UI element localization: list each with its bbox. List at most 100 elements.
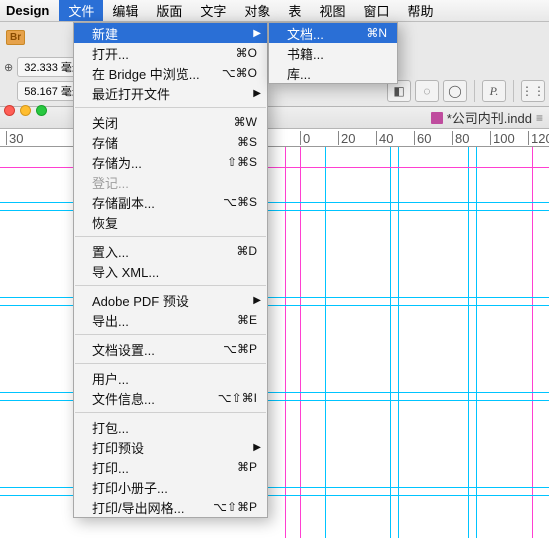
- ruler-tick: 20: [338, 131, 355, 145]
- bridge-badge[interactable]: Br: [6, 30, 25, 45]
- document-tab-title: *公司内刊.indd: [447, 108, 532, 127]
- column-guide: [476, 147, 477, 538]
- menu-separator: [75, 107, 266, 108]
- file-menu-item[interactable]: 打开...⌘O: [74, 43, 267, 63]
- close-window-icon[interactable]: [4, 105, 15, 116]
- menu-item-label: 存储副本...: [92, 193, 223, 212]
- menu-item-label: 最近打开文件: [92, 84, 257, 103]
- ruler-tick: 30: [6, 131, 23, 145]
- menu-type[interactable]: 文字: [191, 0, 235, 21]
- menu-shortcut: ⌘O: [236, 46, 257, 60]
- file-menu-item[interactable]: 打印预设▶: [74, 437, 267, 457]
- file-menu-item[interactable]: 新建▶: [74, 23, 267, 43]
- submenu-arrow-icon: ▶: [253, 442, 261, 453]
- column-guide: [398, 147, 399, 538]
- new-submenu-item[interactable]: 库...: [269, 63, 397, 83]
- page-edge: [285, 147, 286, 538]
- file-menu-item[interactable]: 置入...⌘D: [74, 241, 267, 261]
- ruler-tick: 40: [376, 131, 393, 145]
- menu-shortcut: ⌥⌘S: [223, 195, 257, 209]
- menu-shortcut: ⌥⇧⌘P: [213, 500, 257, 514]
- flyout-icon[interactable]: ≡: [536, 111, 543, 125]
- menu-item-label: 恢复: [92, 213, 257, 232]
- file-menu-item[interactable]: 存储为...⇧⌘S: [74, 152, 267, 172]
- menu-item-label: 关闭: [92, 113, 234, 132]
- menu-window[interactable]: 窗口: [354, 0, 398, 21]
- menu-item-label: 打印小册子...: [92, 478, 257, 497]
- menu-edit[interactable]: 编辑: [103, 0, 147, 21]
- file-menu-item[interactable]: 打印...⌘P: [74, 457, 267, 477]
- menu-item-label: 书籍...: [287, 44, 387, 63]
- menu-separator: [75, 285, 266, 286]
- margin-guide: [532, 147, 533, 538]
- menu-item-label: 文件信息...: [92, 389, 218, 408]
- file-menu-item[interactable]: 文档设置...⌥⌘P: [74, 339, 267, 359]
- window-controls: [4, 105, 47, 116]
- menu-shortcut: ⌘P: [237, 460, 257, 474]
- menu-item-label: 存储为...: [92, 153, 227, 172]
- ring-icon[interactable]: ◯: [443, 80, 467, 102]
- file-menu-item[interactable]: 存储⌘S: [74, 132, 267, 152]
- file-menu-item[interactable]: 打包...: [74, 417, 267, 437]
- menu-item-label: 打印...: [92, 458, 237, 477]
- menu-help[interactable]: 帮助: [398, 0, 442, 21]
- menu-item-label: 库...: [287, 64, 387, 83]
- ruler-tick: 100: [490, 131, 515, 145]
- menu-shortcut: ⌥⌘P: [223, 342, 257, 356]
- circle-dots-icon[interactable]: ◌: [415, 80, 439, 102]
- menu-shortcut: ⌥⇧⌘I: [218, 391, 257, 405]
- file-menu-item[interactable]: 用户...: [74, 368, 267, 388]
- menu-item-label: 新建: [92, 24, 257, 43]
- margin-guide: [300, 147, 301, 538]
- menu-item-label: 导入 XML...: [92, 262, 257, 281]
- menu-item-label: 打印/导出网格...: [92, 498, 213, 517]
- file-menu-item: 登记...: [74, 172, 267, 192]
- grip-icon[interactable]: ⋮⋮: [521, 80, 545, 102]
- menu-item-label: 置入...: [92, 242, 236, 261]
- minimize-window-icon[interactable]: [20, 105, 31, 116]
- menu-item-label: 文档设置...: [92, 340, 223, 359]
- file-menu-item[interactable]: 最近打开文件▶: [74, 83, 267, 103]
- separator: [513, 80, 514, 102]
- menu-item-label: 打包...: [92, 418, 257, 437]
- column-guide: [468, 147, 469, 538]
- x-icon: ⊕: [4, 61, 13, 74]
- file-menu-item[interactable]: 导入 XML...: [74, 261, 267, 281]
- page-p-icon[interactable]: P.: [482, 80, 506, 102]
- file-menu-item[interactable]: 关闭⌘W: [74, 112, 267, 132]
- menu-shortcut: ⌘D: [236, 244, 257, 258]
- menu-object[interactable]: 对象: [235, 0, 279, 21]
- new-submenu-item[interactable]: 文档...⌘N: [269, 23, 397, 43]
- menu-item-label: 打印预设: [92, 438, 257, 457]
- indesign-doc-icon: [431, 112, 443, 124]
- file-menu-item[interactable]: Adobe PDF 预设▶: [74, 290, 267, 310]
- menu-separator: [75, 236, 266, 237]
- app-name: Design: [0, 3, 59, 18]
- column-guide: [390, 147, 391, 538]
- document-tab[interactable]: *公司内刊.indd: [431, 108, 532, 127]
- menu-shortcut: ⌘W: [234, 115, 257, 129]
- menu-file[interactable]: 文件: [59, 0, 103, 21]
- menu-item-label: 打开...: [92, 44, 236, 63]
- menu-shortcut: ⌘S: [237, 135, 257, 149]
- file-menu-item[interactable]: 在 Bridge 中浏览...⌥⌘O: [74, 63, 267, 83]
- menu-item-label: 文档...: [287, 24, 366, 43]
- menu-shortcut: ⌘E: [237, 313, 257, 327]
- file-menu-item[interactable]: 文件信息...⌥⇧⌘I: [74, 388, 267, 408]
- ruler-tick: 80: [452, 131, 469, 145]
- menu-view[interactable]: 视图: [310, 0, 354, 21]
- menu-layout[interactable]: 版面: [147, 0, 191, 21]
- separator: [474, 80, 475, 102]
- file-menu-item[interactable]: 打印小册子...: [74, 477, 267, 497]
- zoom-window-icon[interactable]: [36, 105, 47, 116]
- ruler-tick: 60: [414, 131, 431, 145]
- file-menu-item[interactable]: 存储副本...⌥⌘S: [74, 192, 267, 212]
- menu-table[interactable]: 表: [279, 0, 310, 21]
- file-menu-item[interactable]: 打印/导出网格...⌥⇧⌘P: [74, 497, 267, 517]
- submenu-arrow-icon: ▶: [253, 28, 261, 39]
- menu-separator: [75, 334, 266, 335]
- menu-item-label: Adobe PDF 预设: [92, 291, 257, 310]
- file-menu-item[interactable]: 导出...⌘E: [74, 310, 267, 330]
- new-submenu-item[interactable]: 书籍...: [269, 43, 397, 63]
- file-menu-item[interactable]: 恢复: [74, 212, 267, 232]
